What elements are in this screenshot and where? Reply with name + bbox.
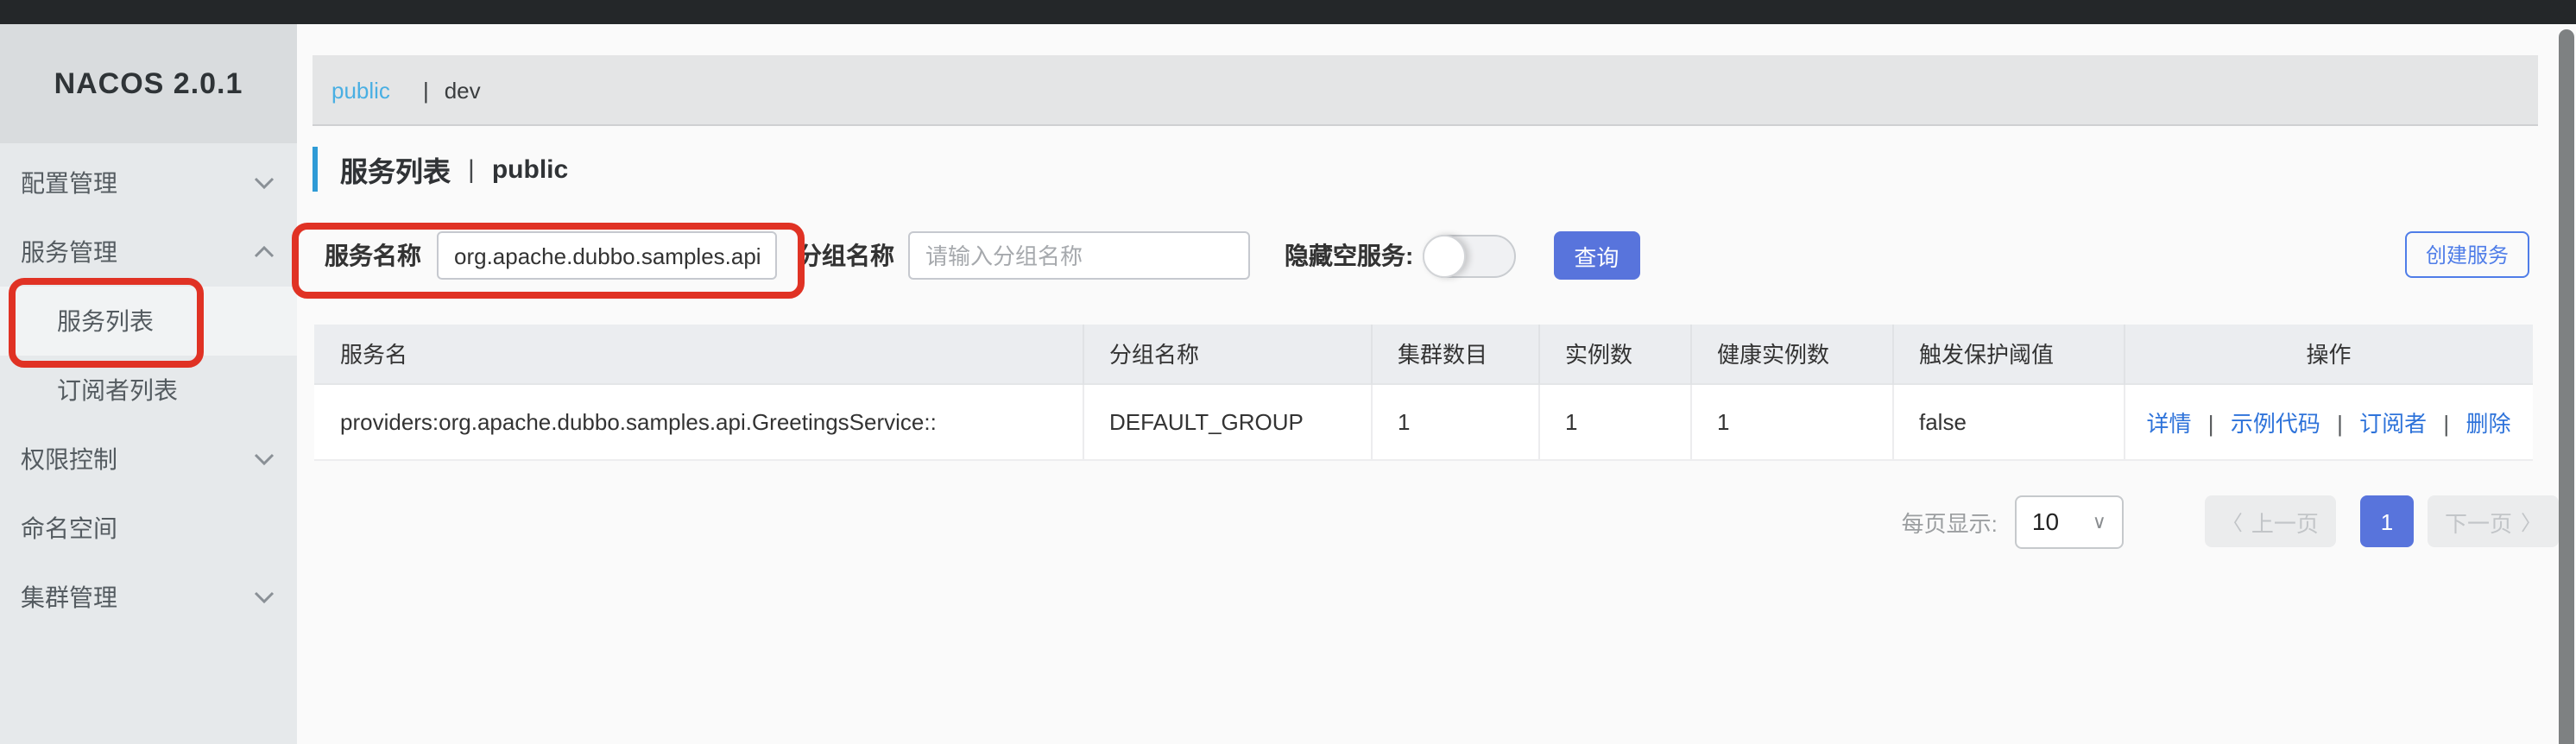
group-name-label: 分组名称 <box>798 238 894 273</box>
namespace-tab-public[interactable]: public <box>331 77 390 103</box>
per-page-label: 每页显示: <box>1902 505 1998 538</box>
service-name-label: 服务名称 <box>325 238 421 273</box>
sidebar-item-subscriber-list[interactable]: 订阅者列表 <box>0 356 297 425</box>
chevron-down-icon: ∨ <box>2093 510 2106 533</box>
detail-link[interactable]: 详情 <box>2147 410 2192 436</box>
sidebar-item-label: 服务列表 <box>57 304 154 338</box>
service-table: 服务名 分组名称 集群数目 实例数 健康实例数 触发保护阈值 操作 provid… <box>314 325 2533 460</box>
column-header-cluster-count: 集群数目 <box>1371 325 1538 383</box>
pagination-bar: 每页显示: 10 ∨ 〈 上一页 1 下一页 〉 <box>297 495 2559 548</box>
search-button[interactable]: 查询 <box>1553 231 1639 280</box>
column-header-protect-threshold: 触发保护阈值 <box>1892 325 2124 383</box>
action-separator: | <box>2208 410 2214 436</box>
sidebar-item-permission-control[interactable]: 权限控制 <box>0 425 297 494</box>
cell-protect-threshold: false <box>1892 383 2124 459</box>
toggle-knob <box>1422 234 1465 277</box>
service-name-input[interactable] <box>437 231 777 280</box>
sidebar-item-label: 集群管理 <box>21 580 117 615</box>
next-page-button[interactable]: 下一页 〉 <box>2428 495 2559 547</box>
chevron-down-icon <box>254 452 275 466</box>
action-separator: | <box>2337 410 2343 436</box>
angle-right-icon: 〉 <box>2521 507 2541 536</box>
action-separator: | <box>2443 410 2449 436</box>
namespace-bar: public | dev <box>313 55 2538 126</box>
filter-toolbar: 服务名称 分组名称 隐藏空服务: 查询 创建服务 <box>313 231 2576 280</box>
column-header-healthy-instance-count: 健康实例数 <box>1690 325 1892 383</box>
angle-left-icon: 〈 <box>2222 507 2243 536</box>
cell-operations: 详情 | 示例代码 | 订阅者 | 删除 <box>2124 383 2533 459</box>
sidebar-item-label: 命名空间 <box>21 511 117 545</box>
per-page-select[interactable]: 10 ∨ <box>2015 495 2124 548</box>
sample-code-link[interactable]: 示例代码 <box>2231 410 2320 436</box>
app-brand: NACOS 2.0.1 <box>0 24 297 143</box>
prev-page-button[interactable]: 〈 上一页 <box>2205 495 2336 547</box>
namespace-tab-dev[interactable]: dev <box>445 77 481 103</box>
sidebar-item-cluster-management[interactable]: 集群管理 <box>0 563 297 632</box>
page-number-button[interactable]: 1 <box>2360 495 2414 547</box>
hide-empty-services-toggle[interactable] <box>1422 234 1515 277</box>
sidebar-item-service-management[interactable]: 服务管理 <box>0 218 297 287</box>
cell-instance-count: 1 <box>1538 383 1690 459</box>
next-page-label: 下一页 <box>2445 505 2512 538</box>
sidebar-item-config-management[interactable]: 配置管理 <box>0 148 297 218</box>
create-service-button[interactable]: 创建服务 <box>2405 231 2529 278</box>
chevron-down-icon <box>254 176 275 190</box>
cell-group-name: DEFAULT_GROUP <box>1083 383 1371 459</box>
sidebar-item-service-list[interactable]: 服务列表 <box>0 287 297 356</box>
cell-cluster-count: 1 <box>1371 383 1538 459</box>
chevron-down-icon <box>254 590 275 604</box>
page-title-namespace: public <box>492 154 568 184</box>
app-root: NACOS 2.0.1 配置管理 服务管理 服务列表 订阅者列表 权 <box>0 0 2576 744</box>
chevron-up-icon <box>254 245 275 259</box>
sidebar-item-label: 权限控制 <box>21 442 117 476</box>
sidebar-item-label: 服务管理 <box>21 235 117 269</box>
column-header-instance-count: 实例数 <box>1538 325 1690 383</box>
sidebar: NACOS 2.0.1 配置管理 服务管理 服务列表 订阅者列表 权 <box>0 24 297 744</box>
sidebar-item-label: 配置管理 <box>21 166 117 200</box>
table-header-row: 服务名 分组名称 集群数目 实例数 健康实例数 触发保护阈值 操作 <box>314 325 2533 383</box>
sidebar-item-namespace[interactable]: 命名空间 <box>0 494 297 563</box>
hide-empty-services-label: 隐藏空服务: <box>1285 238 1413 273</box>
cell-service-name: providers:org.apache.dubbo.samples.api.G… <box>314 383 1083 459</box>
subscribers-link[interactable]: 订阅者 <box>2359 410 2427 436</box>
column-header-group-name: 分组名称 <box>1083 325 1371 383</box>
table-row: providers:org.apache.dubbo.samples.api.G… <box>314 383 2533 459</box>
namespace-separator: | <box>423 77 429 103</box>
column-header-operations: 操作 <box>2124 325 2533 383</box>
column-header-service-name: 服务名 <box>314 325 1083 383</box>
sidebar-item-label: 订阅者列表 <box>57 373 178 407</box>
page-title-text: 服务列表 <box>340 148 451 190</box>
vertical-scrollbar[interactable] <box>2559 29 2574 744</box>
title-accent-bar <box>313 147 318 192</box>
main-content: public | dev 服务列表 | public 服务名称 分组名称 隐藏空… <box>297 24 2576 744</box>
cell-healthy-instance-count: 1 <box>1690 383 1892 459</box>
delete-link[interactable]: 删除 <box>2466 410 2510 436</box>
sidebar-menu: 配置管理 服务管理 服务列表 订阅者列表 权限控制 <box>0 143 297 632</box>
page-title: 服务列表 | public <box>313 147 2576 192</box>
top-navigation-bar <box>0 0 2576 24</box>
prev-page-label: 上一页 <box>2251 505 2319 538</box>
page-title-separator: | <box>468 154 475 184</box>
group-name-input[interactable] <box>908 231 1250 280</box>
per-page-value: 10 <box>2032 508 2059 535</box>
